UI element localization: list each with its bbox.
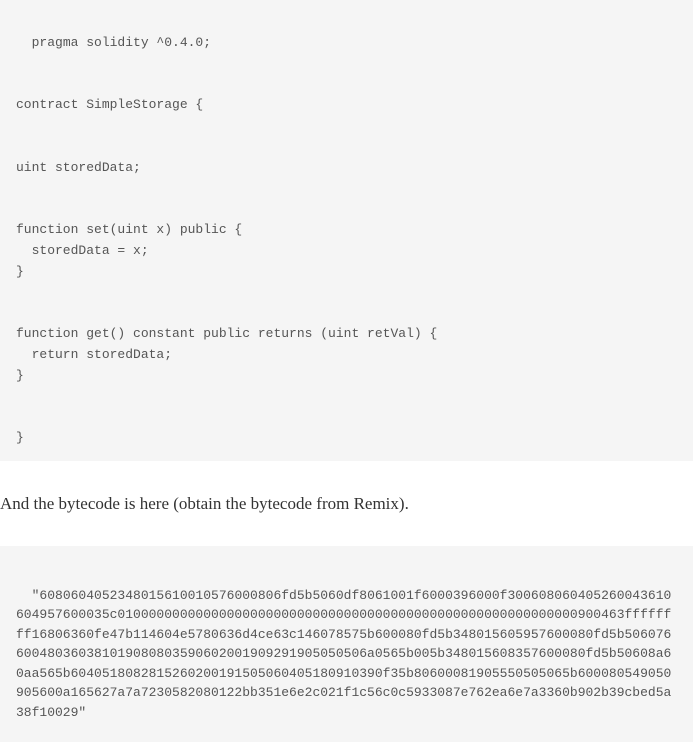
- solidity-code-block: pragma solidity ^0.4.0; contract SimpleS…: [0, 0, 693, 461]
- prose-text: And the bytecode is here (obtain the byt…: [0, 494, 409, 513]
- bytecode-content: "6080604052348015610010576000806fd5b5060…: [16, 588, 671, 720]
- prose-paragraph: And the bytecode is here (obtain the byt…: [0, 461, 693, 547]
- code-content: pragma solidity ^0.4.0; contract SimpleS…: [16, 35, 437, 445]
- bytecode-block: "6080604052348015610010576000806fd5b5060…: [0, 546, 693, 742]
